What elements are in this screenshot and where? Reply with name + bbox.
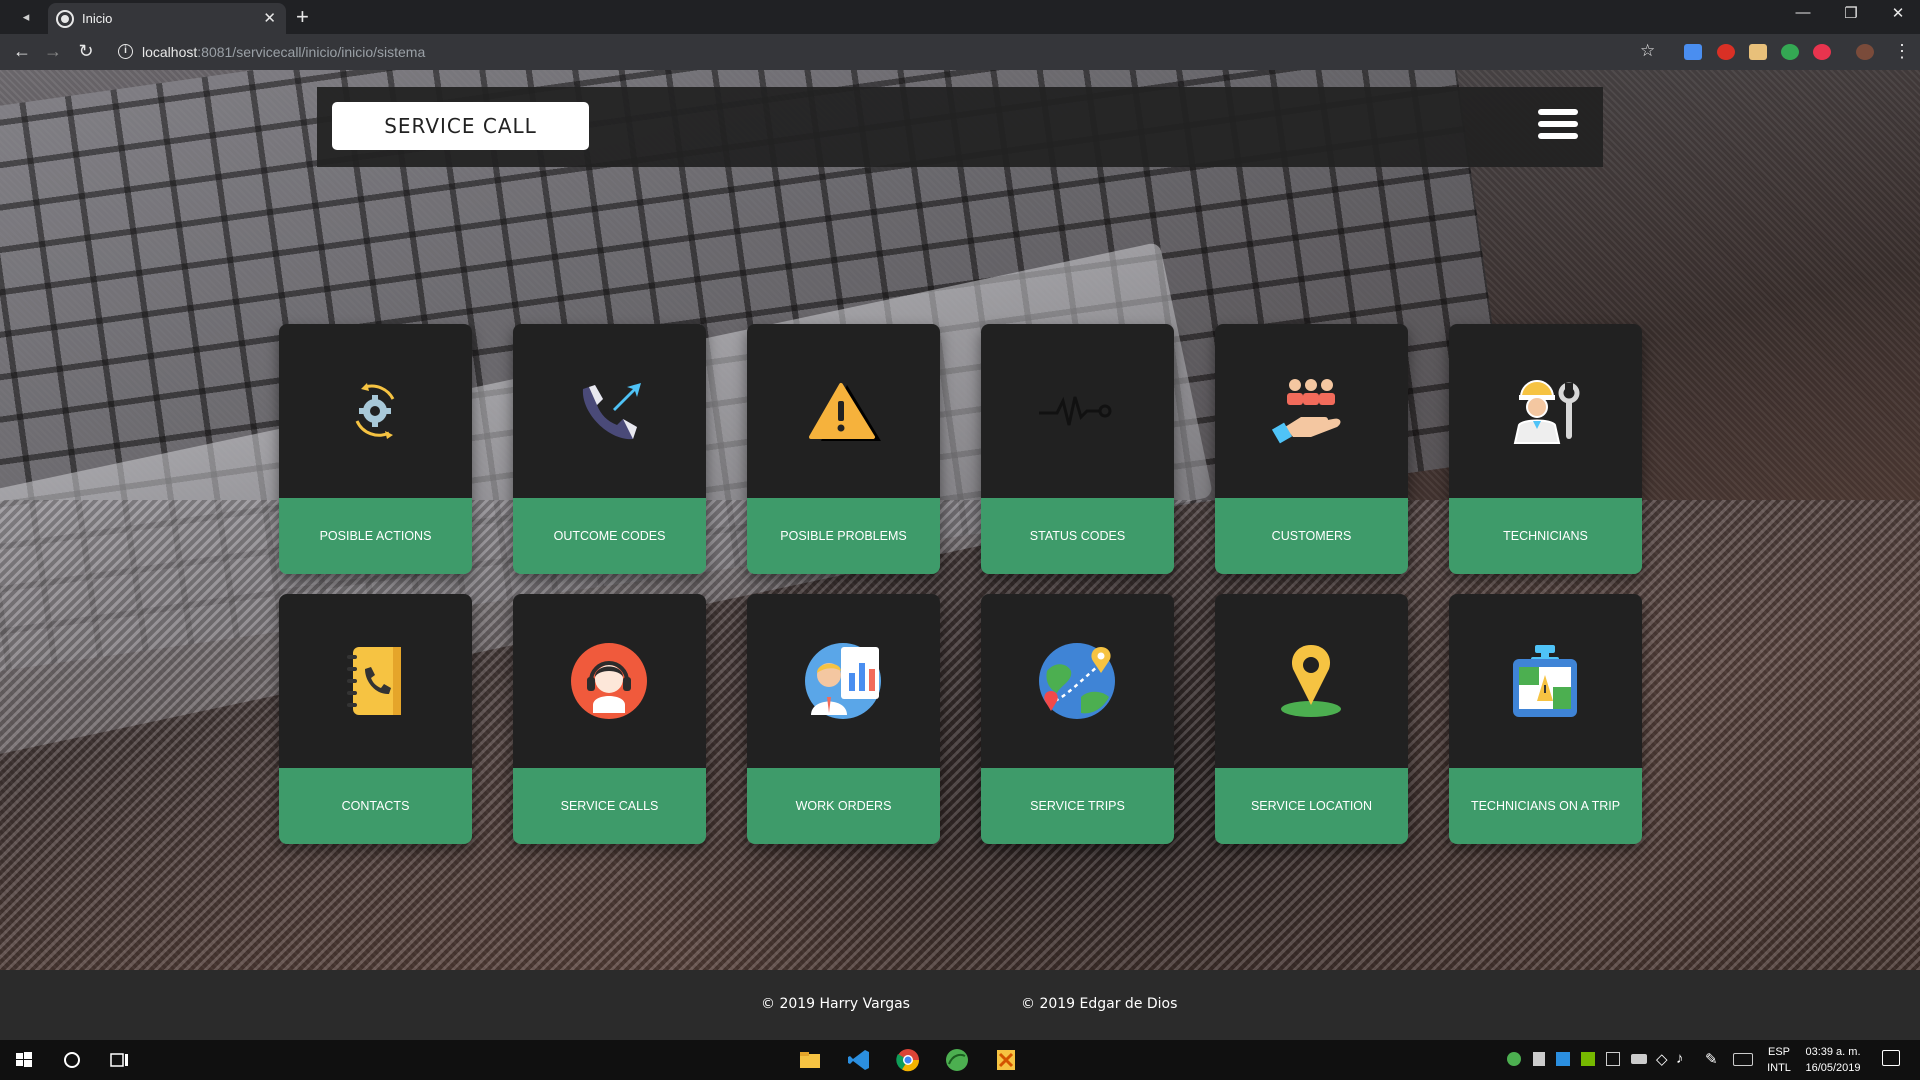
new-tab-button[interactable]: + — [296, 4, 309, 30]
gear-cycle-icon — [355, 383, 395, 439]
close-window-icon[interactable]: ✕ — [1878, 4, 1918, 22]
phone-outgoing-icon — [582, 383, 641, 440]
red-extension-icon[interactable] — [1813, 44, 1831, 60]
reload-icon[interactable]: ↻ — [74, 41, 98, 62]
wifi-icon[interactable]: ◇ — [1656, 1050, 1668, 1068]
headset-agent-icon — [571, 643, 647, 719]
minimize-window-icon[interactable]: — — [1783, 4, 1823, 21]
card-service-calls[interactable]: SERVICE CALLS — [513, 594, 706, 844]
customers-hand-icon — [1271, 379, 1341, 444]
profile-avatar[interactable] — [1856, 44, 1874, 60]
card-label: SERVICE TRIPS — [1030, 799, 1125, 813]
usb-tray-icon[interactable] — [1533, 1052, 1545, 1066]
heartbeat-icon — [1039, 396, 1112, 426]
browser-toolbar: ← → ↻ i localhost:8081/servicecall/inici… — [0, 34, 1920, 70]
battery-icon[interactable] — [1631, 1054, 1647, 1064]
globe-route-icon — [1039, 643, 1115, 719]
globe-favicon-icon — [58, 12, 72, 26]
card-label: SERVICE LOCATION — [1250, 799, 1373, 813]
card-label: CUSTOMERS — [1271, 529, 1352, 543]
card-service-trips[interactable]: SERVICE TRIPS — [981, 594, 1174, 844]
chrome-icon[interactable] — [894, 1046, 922, 1074]
map-clip-icon — [1513, 645, 1577, 717]
site-header: SERVICE CALL — [317, 87, 1603, 167]
file-explorer-icon[interactable] — [796, 1046, 824, 1074]
volume-icon[interactable]: ♪ — [1676, 1050, 1684, 1067]
cortana-search-icon[interactable] — [58, 1046, 86, 1074]
card-label: TECHNICIANS — [1503, 529, 1588, 543]
page-content: SERVICE CALL POSIBLE ACTIONS OUTCOME COD… — [0, 70, 1920, 970]
notifications-icon[interactable] — [1882, 1050, 1900, 1066]
map-pin-icon — [1281, 645, 1341, 717]
card-customers[interactable]: CUSTOMERS — [1215, 324, 1408, 574]
translate-extension-icon[interactable] — [1684, 44, 1702, 60]
technician-icon — [1513, 380, 1580, 444]
card-label: WORK ORDERS — [795, 799, 892, 813]
card-technicians-on-a-trip[interactable]: TECHNICIANS ON A TRIP — [1449, 594, 1642, 844]
tab-title: Inicio — [82, 11, 113, 26]
input-language[interactable]: ESP INTL — [1764, 1044, 1794, 1076]
nvidia-tray-icon[interactable] — [1581, 1052, 1595, 1066]
footer-credit: © 2019 Harry Vargas — [761, 996, 910, 1012]
presenter-chart-icon — [805, 643, 881, 719]
back-arrow-icon[interactable]: ← — [10, 41, 34, 62]
os-taskbar: ◇ ♪ ✎ ESP INTL 03:39 a. m. 16/05/2019 — [0, 1040, 1920, 1080]
bookmark-star-icon[interactable]: ☆ — [1640, 41, 1655, 61]
url-text[interactable]: localhost:8081/servicecall/inicio/inicio… — [142, 44, 425, 60]
tray-blue-icon[interactable] — [1556, 1052, 1570, 1066]
card-status-codes[interactable]: STATUS CODES — [981, 324, 1174, 574]
green-app-icon[interactable] — [943, 1046, 971, 1074]
adblock-extension-icon[interactable] — [1717, 44, 1735, 60]
extension-icon[interactable] — [1749, 44, 1767, 60]
card-outcome-codes[interactable]: OUTCOME CODES — [513, 324, 706, 574]
card-label: OUTCOME CODES — [553, 529, 666, 543]
tab-close-icon[interactable]: ✕ — [263, 9, 276, 27]
site-info-icon[interactable]: i — [118, 44, 133, 59]
card-posible-problems[interactable]: POSIBLE PROBLEMS — [747, 324, 940, 574]
green-extension-icon[interactable] — [1781, 44, 1799, 60]
card-contacts[interactable]: CONTACTS — [279, 594, 472, 844]
card-label: STATUS CODES — [1029, 529, 1126, 543]
pen-icon[interactable]: ✎ — [1705, 1050, 1718, 1068]
card-label: SERVICE CALLS — [560, 799, 659, 813]
browser-tab-strip: ◂ Inicio ✕ + — ❐ ✕ — [0, 0, 1920, 34]
hamburger-menu-icon[interactable] — [1538, 109, 1578, 143]
task-view-icon[interactable] — [105, 1046, 133, 1074]
card-label: CONTACTS — [341, 799, 410, 813]
card-service-location[interactable]: SERVICE LOCATION — [1215, 594, 1408, 844]
tab-search-icon[interactable]: ◂ — [14, 6, 38, 28]
footer-credit: © 2019 Edgar de Dios — [1021, 996, 1178, 1012]
card-label: POSIBLE PROBLEMS — [780, 529, 907, 543]
address-bar[interactable]: i localhost:8081/servicecall/inicio/inic… — [110, 38, 1650, 66]
card-technicians[interactable]: TECHNICIANS — [1449, 324, 1642, 574]
contacts-book-icon — [347, 647, 401, 715]
clock[interactable]: 03:39 a. m. 16/05/2019 — [1800, 1044, 1866, 1076]
card-label: POSIBLE ACTIONS — [319, 529, 432, 543]
restore-window-icon[interactable]: ❐ — [1831, 4, 1871, 22]
browser-menu-icon[interactable]: ⋮ — [1893, 41, 1911, 62]
module-grid: POSIBLE ACTIONS OUTCOME CODES POSIBLE PR… — [279, 324, 1643, 844]
card-posible-actions[interactable]: POSIBLE ACTIONS — [279, 324, 472, 574]
keyboard-icon[interactable] — [1733, 1053, 1753, 1066]
browser-tab[interactable]: Inicio ✕ — [48, 3, 286, 34]
brand-button[interactable]: SERVICE CALL — [332, 102, 589, 150]
warning-icon — [809, 383, 881, 441]
tray-app-icon[interactable] — [1507, 1052, 1521, 1066]
card-work-orders[interactable]: WORK ORDERS — [747, 594, 940, 844]
xampp-icon[interactable] — [992, 1046, 1020, 1074]
forward-arrow-icon[interactable]: → — [41, 41, 65, 62]
display-tray-icon[interactable] — [1606, 1052, 1620, 1066]
site-footer: © 2019 Harry Vargas © 2019 Edgar de Dios — [0, 970, 1920, 1040]
card-label: TECHNICIANS ON A TRIP — [1470, 799, 1621, 813]
windows-start-icon[interactable] — [10, 1046, 38, 1074]
vscode-icon[interactable] — [845, 1046, 873, 1074]
